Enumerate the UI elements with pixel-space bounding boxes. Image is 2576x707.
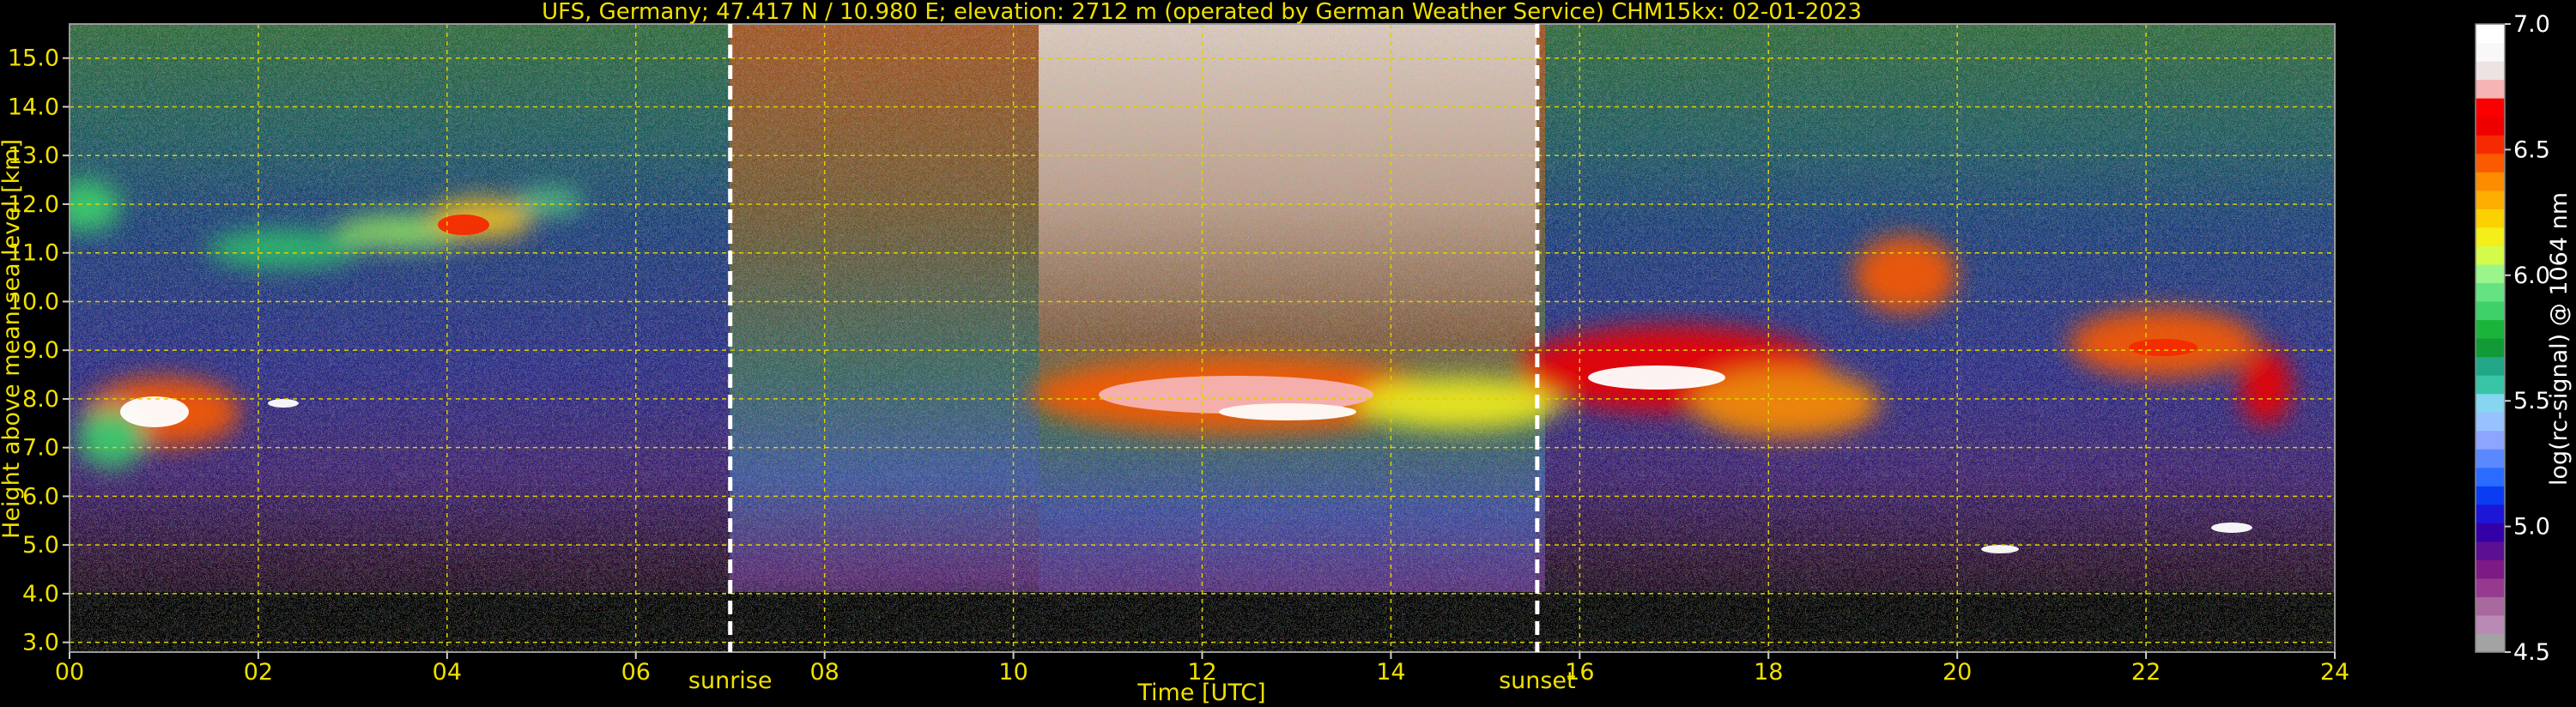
x-tick-label: 24	[2320, 659, 2349, 686]
x-tick-label: 14	[1376, 659, 1405, 686]
colorbar: 4.5 5.0 5.5 6.0 6.5 7.0	[2475, 11, 2550, 666]
y-tick-label: 9.0	[22, 337, 59, 364]
colorbar-segment	[2476, 504, 2505, 523]
colorbar-segment	[2476, 24, 2505, 44]
x-tick-label: 08	[809, 659, 839, 686]
colorbar-segment	[2476, 79, 2505, 99]
y-tick-label: 5.0	[22, 532, 59, 559]
colorbar-segment	[2476, 356, 2505, 376]
colorbar-tick-label: 4.5	[2513, 639, 2550, 666]
x-tick-label: 16	[1565, 659, 1594, 686]
x-tick-label: 06	[621, 659, 651, 686]
colorbar-segment	[2476, 245, 2505, 265]
colorbar-segment	[2476, 486, 2505, 505]
colorbar-segment	[2476, 412, 2505, 432]
colorbar-segment	[2476, 42, 2505, 62]
y-tick-label: 3.0	[22, 630, 59, 656]
colorbar-segment	[2476, 523, 2505, 542]
colorbar-segment	[2476, 116, 2505, 136]
colorbar-segment	[2476, 98, 2505, 118]
plot-area	[70, 24, 2335, 652]
colorbar-segment	[2476, 449, 2505, 468]
y-tick-label: 7.0	[22, 435, 59, 462]
colorbar-label: log(rc-signal) @ 1064 nm	[2546, 192, 2573, 486]
colorbar-segment	[2476, 614, 2505, 635]
colorbar-segment	[2476, 596, 2505, 616]
colorbar-segment	[2476, 375, 2505, 395]
x-tick-label: 18	[1754, 659, 1783, 686]
colorbar-segment	[2476, 172, 2505, 191]
colorbar-segment	[2476, 61, 2505, 81]
y-tick-label: 6.0	[22, 483, 59, 510]
colorbar-tick-label: 5.5	[2513, 388, 2550, 414]
ceilometer-chart: sunrise sunset 00 02 04 06 08 10 12 14 16 18 20 22 24…	[0, 0, 2573, 706]
colorbar-segment	[2476, 393, 2505, 413]
colorbar-tick-label: 6.0	[2513, 263, 2550, 289]
x-tick-label: 00	[55, 659, 84, 686]
colorbar-segment	[2476, 430, 2505, 450]
colorbar-segment	[2476, 282, 2505, 302]
colorbar-segment	[2476, 319, 2505, 339]
x-tick-label: 20	[1943, 659, 1972, 686]
y-tick-label: 4.0	[22, 581, 59, 607]
chart-title: UFS, Germany; 47.417 N / 10.980 E; eleva…	[542, 0, 1862, 25]
x-tick-label: 04	[433, 659, 462, 686]
colorbar-segment	[2476, 467, 2505, 486]
colorbar-segment	[2476, 541, 2505, 560]
colorbar-segment	[2476, 559, 2505, 579]
colorbar-tick-label: 6.5	[2513, 136, 2550, 163]
colorbar-segment	[2476, 338, 2505, 358]
colorbar-segment	[2476, 153, 2505, 172]
colorbar-segment	[2476, 135, 2505, 154]
colorbar-segment	[2476, 208, 2505, 228]
colorbar-segment	[2476, 300, 2505, 321]
x-tick-label: 02	[244, 659, 273, 686]
colorbar-segment	[2476, 263, 2505, 284]
sunrise-label: sunrise	[688, 668, 773, 694]
colorbar-segment	[2476, 577, 2505, 598]
x-axis-label: Time [UTC]	[1136, 680, 1265, 706]
x-tick-label: 22	[2131, 659, 2161, 686]
y-tick-label: 14.0	[8, 94, 59, 120]
y-axis-label: Height above mean sea level [km]	[0, 139, 25, 539]
colorbar-tick-label: 7.0	[2513, 11, 2550, 38]
y-tick-label: 15.0	[8, 45, 59, 72]
colorbar-tick-label: 5.0	[2513, 514, 2550, 541]
colorbar-segment	[2476, 227, 2505, 246]
colorbar-segment	[2476, 633, 2505, 653]
colorbar-segment	[2476, 190, 2505, 209]
y-tick-label: 8.0	[22, 386, 59, 413]
x-tick-label: 10	[998, 659, 1027, 686]
